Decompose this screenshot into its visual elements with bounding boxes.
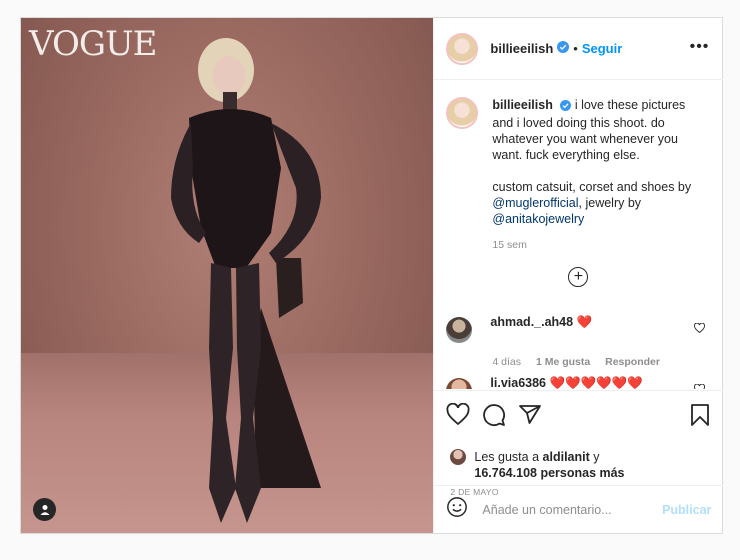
commenter-avatar[interactable] <box>446 378 473 389</box>
likes-text: Les gusta a aldilanit y 16.764.108 perso… <box>474 449 624 481</box>
comment-item: ahmad._.ah48 ❤️ 4 días 1 Me gusta Respon… <box>446 314 711 368</box>
more-options-icon[interactable]: ••• <box>690 38 710 56</box>
caption-avatar[interactable] <box>446 97 479 129</box>
person-icon <box>40 504 49 515</box>
comment-meta: 4 días 1 Me gusta Responder <box>492 356 711 368</box>
like-heart-icon[interactable] <box>446 403 470 427</box>
liker-avatar[interactable] <box>450 449 467 465</box>
verified-badge-icon <box>557 40 570 58</box>
load-more-comments-button[interactable]: + <box>568 267 589 287</box>
likes-others-link[interactable]: 16.764.108 personas más <box>474 466 624 480</box>
mention-anitako[interactable]: @anitakojewelry <box>492 212 584 226</box>
author-username[interactable]: billieeilish <box>490 41 553 56</box>
comment-like-heart-icon[interactable] <box>694 381 706 389</box>
caption: billieeilish i love these pictures and i… <box>446 97 711 253</box>
verified-badge-icon <box>560 99 572 115</box>
save-bookmark-icon[interactable] <box>689 403 711 427</box>
comment-body: ❤️ <box>576 315 593 329</box>
likes-summary: Les gusta a aldilanit y 16.764.108 perso… <box>450 449 625 481</box>
comment-username[interactable]: ahmad._.ah48 <box>490 315 573 329</box>
comments-area[interactable]: billieeilish i love these pictures and i… <box>434 81 723 389</box>
comment-bubble-icon[interactable] <box>482 403 506 427</box>
reply-button[interactable]: Responder <box>605 356 660 368</box>
caption-username[interactable]: billieeilish <box>492 98 552 112</box>
comment-likes[interactable]: 1 Me gusta <box>536 356 590 368</box>
comment-username[interactable]: li.via6386 <box>490 376 546 389</box>
publish-button[interactable]: Publicar <box>662 503 711 517</box>
user-tag-icon[interactable] <box>33 498 56 521</box>
comment-like-heart-icon[interactable] <box>694 320 706 338</box>
model-figure <box>171 38 321 523</box>
comment-text: ahmad._.ah48 ❤️ <box>490 314 711 343</box>
header-separator: • <box>573 41 578 56</box>
liker-username[interactable]: aldilanit <box>543 450 590 464</box>
comment-time[interactable]: 4 días <box>492 356 521 368</box>
comment-body: ❤️❤️❤️❤️❤️❤️ <box>549 376 643 389</box>
instagram-post: VOGUE billieeilish • Seguir ••• billieei… <box>20 17 724 534</box>
post-photo[interactable]: VOGUE <box>21 18 434 533</box>
caption-body-2: custom catsuit, corset and shoes by <box>492 180 692 194</box>
mention-mugler[interactable]: @muglerofficial <box>492 196 578 210</box>
likes-prefix: Les gusta a <box>474 450 540 464</box>
share-paper-plane-icon[interactable] <box>518 403 542 427</box>
action-icons <box>446 403 542 427</box>
likes-connector: y <box>593 450 600 464</box>
caption-body-3: , jewelry by <box>578 196 642 210</box>
caption-text: billieeilish i love these pictures and i… <box>492 97 704 253</box>
plus-icon: + <box>573 268 584 285</box>
comment-composer: Publicar <box>434 485 724 533</box>
comment-text: li.via6386 ❤️❤️❤️❤️❤️❤️ <box>490 375 711 389</box>
post-header: billieeilish • Seguir ••• <box>434 18 724 80</box>
comment-input[interactable] <box>482 502 653 517</box>
commenter-avatar[interactable] <box>446 317 473 343</box>
follow-button[interactable]: Seguir <box>582 41 622 56</box>
emoji-icon[interactable] <box>446 496 468 523</box>
comment-item: li.via6386 ❤️❤️❤️❤️❤️❤️ <box>446 375 711 389</box>
author-avatar[interactable] <box>446 32 479 65</box>
post-side-panel: billieeilish • Seguir ••• billieeilish i… <box>433 18 724 533</box>
caption-timestamp[interactable]: 15 sem <box>492 237 704 253</box>
